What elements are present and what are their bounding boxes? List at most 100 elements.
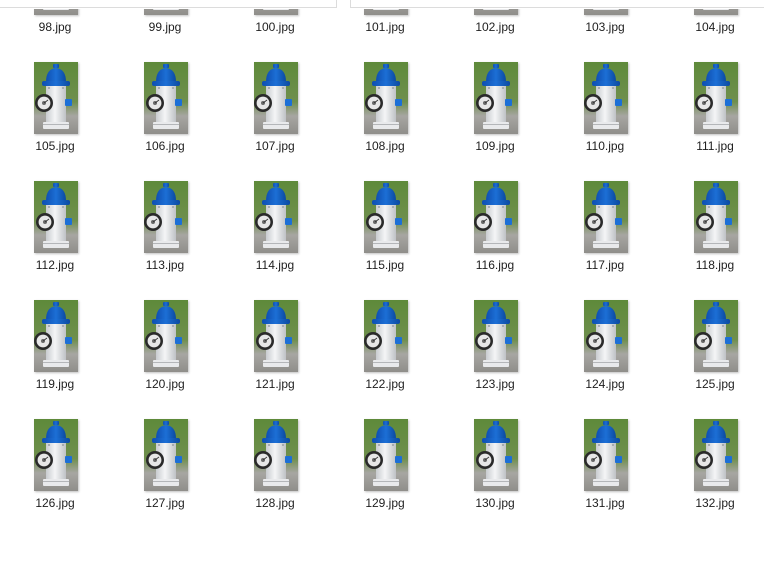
file-thumbnail[interactable]: [34, 300, 78, 372]
file-item[interactable]: 116.jpg: [450, 181, 540, 285]
file-item[interactable]: 113.jpg: [120, 181, 210, 285]
file-item[interactable]: 117.jpg: [560, 181, 650, 285]
file-item[interactable]: 106.jpg: [120, 62, 210, 166]
fire-hydrant-photo-icon: [254, 419, 298, 491]
file-item[interactable]: 128.jpg: [230, 419, 320, 523]
file-item[interactable]: 127.jpg: [120, 419, 210, 523]
file-name-label[interactable]: 119.jpg: [10, 377, 100, 391]
file-name-label[interactable]: 108.jpg: [340, 139, 430, 153]
file-thumbnail[interactable]: [34, 419, 78, 491]
file-name-label[interactable]: 117.jpg: [560, 258, 650, 272]
file-name-label[interactable]: 113.jpg: [120, 258, 210, 272]
file-name-label[interactable]: 123.jpg: [450, 377, 540, 391]
file-thumbnail[interactable]: [364, 300, 408, 372]
file-item[interactable]: 125.jpg: [670, 300, 760, 404]
file-item[interactable]: 112.jpg: [10, 181, 100, 285]
file-item[interactable]: 121.jpg: [230, 300, 320, 404]
file-thumbnail[interactable]: [34, 181, 78, 253]
file-name-label[interactable]: 129.jpg: [340, 496, 430, 510]
file-thumbnail[interactable]: [694, 419, 738, 491]
file-item[interactable]: 132.jpg: [670, 419, 760, 523]
file-name-label[interactable]: 116.jpg: [450, 258, 540, 272]
file-name-label[interactable]: 122.jpg: [340, 377, 430, 391]
file-item[interactable]: 126.jpg: [10, 419, 100, 523]
file-name-label[interactable]: 102.jpg: [450, 20, 540, 34]
file-name-label[interactable]: 107.jpg: [230, 139, 320, 153]
file-name-label[interactable]: 130.jpg: [450, 496, 540, 510]
file-name-label[interactable]: 101.jpg: [340, 20, 430, 34]
file-item[interactable]: 119.jpg: [10, 300, 100, 404]
fire-hydrant-photo-icon: [584, 419, 628, 491]
file-item[interactable]: 118.jpg: [670, 181, 760, 285]
file-item[interactable]: 111.jpg: [670, 62, 760, 166]
file-name-label[interactable]: 120.jpg: [120, 377, 210, 391]
file-name-label[interactable]: 131.jpg: [560, 496, 650, 510]
file-item[interactable]: 120.jpg: [120, 300, 210, 404]
file-item[interactable]: 124.jpg: [560, 300, 650, 404]
file-name-label[interactable]: 106.jpg: [120, 139, 210, 153]
file-thumbnail[interactable]: [694, 62, 738, 134]
file-item[interactable]: 122.jpg: [340, 300, 430, 404]
file-thumbnail[interactable]: [144, 62, 188, 134]
file-name-label[interactable]: 111.jpg: [670, 139, 760, 153]
file-name-label[interactable]: 104.jpg: [670, 20, 760, 34]
file-item[interactable]: 130.jpg: [450, 419, 540, 523]
file-item[interactable]: 114.jpg: [230, 181, 320, 285]
file-item[interactable]: 108.jpg: [340, 62, 430, 166]
file-item[interactable]: 131.jpg: [560, 419, 650, 523]
file-name-label[interactable]: 126.jpg: [10, 496, 100, 510]
file-name-label[interactable]: 105.jpg: [10, 139, 100, 153]
fire-hydrant-photo-icon: [144, 62, 188, 134]
file-thumbnail[interactable]: [364, 419, 408, 491]
fire-hydrant-photo-icon: [474, 419, 518, 491]
file-name-label[interactable]: 127.jpg: [120, 496, 210, 510]
file-name-label[interactable]: 114.jpg: [230, 258, 320, 272]
file-name-label[interactable]: 112.jpg: [10, 258, 100, 272]
file-name-label[interactable]: 121.jpg: [230, 377, 320, 391]
file-name-label[interactable]: 128.jpg: [230, 496, 320, 510]
file-item[interactable]: 115.jpg: [340, 181, 430, 285]
fire-hydrant-photo-icon: [584, 62, 628, 134]
file-name-label[interactable]: 100.jpg: [230, 20, 320, 34]
file-thumbnail[interactable]: [584, 300, 628, 372]
file-thumbnail[interactable]: [474, 419, 518, 491]
file-name-label[interactable]: 99.jpg: [120, 20, 210, 34]
file-thumbnail[interactable]: [584, 181, 628, 253]
file-name-label[interactable]: 125.jpg: [670, 377, 760, 391]
file-name-label[interactable]: 132.jpg: [670, 496, 760, 510]
file-name-label[interactable]: 115.jpg: [340, 258, 430, 272]
file-thumbnail[interactable]: [584, 62, 628, 134]
fire-hydrant-photo-icon: [364, 181, 408, 253]
file-thumbnail[interactable]: [584, 419, 628, 491]
file-thumbnail[interactable]: [254, 300, 298, 372]
file-thumbnail[interactable]: [694, 300, 738, 372]
file-thumbnail[interactable]: [144, 300, 188, 372]
fire-hydrant-photo-icon: [694, 62, 738, 134]
file-item[interactable]: 109.jpg: [450, 62, 540, 166]
file-thumbnail[interactable]: [144, 419, 188, 491]
file-thumbnail[interactable]: [34, 62, 78, 134]
file-item[interactable]: 129.jpg: [340, 419, 430, 523]
file-name-label[interactable]: 118.jpg: [670, 258, 760, 272]
file-thumbnail[interactable]: [254, 62, 298, 134]
file-item[interactable]: 123.jpg: [450, 300, 540, 404]
file-thumbnail[interactable]: [254, 181, 298, 253]
file-thumbnail[interactable]: [474, 62, 518, 134]
file-thumbnail[interactable]: [474, 300, 518, 372]
file-name-label[interactable]: 103.jpg: [560, 20, 650, 34]
fire-hydrant-photo-icon: [694, 419, 738, 491]
file-name-label[interactable]: 110.jpg: [560, 139, 650, 153]
file-item[interactable]: 107.jpg: [230, 62, 320, 166]
file-item[interactable]: 105.jpg: [10, 62, 100, 166]
file-thumbnail[interactable]: [364, 62, 408, 134]
file-thumbnail[interactable]: [254, 419, 298, 491]
file-thumbnail[interactable]: [364, 181, 408, 253]
file-item[interactable]: 110.jpg: [560, 62, 650, 166]
file-thumbnail[interactable]: [694, 181, 738, 253]
fire-hydrant-photo-icon: [34, 300, 78, 372]
file-name-label[interactable]: 98.jpg: [10, 20, 100, 34]
file-name-label[interactable]: 109.jpg: [450, 139, 540, 153]
file-name-label[interactable]: 124.jpg: [560, 377, 650, 391]
file-thumbnail[interactable]: [144, 181, 188, 253]
file-thumbnail[interactable]: [474, 181, 518, 253]
